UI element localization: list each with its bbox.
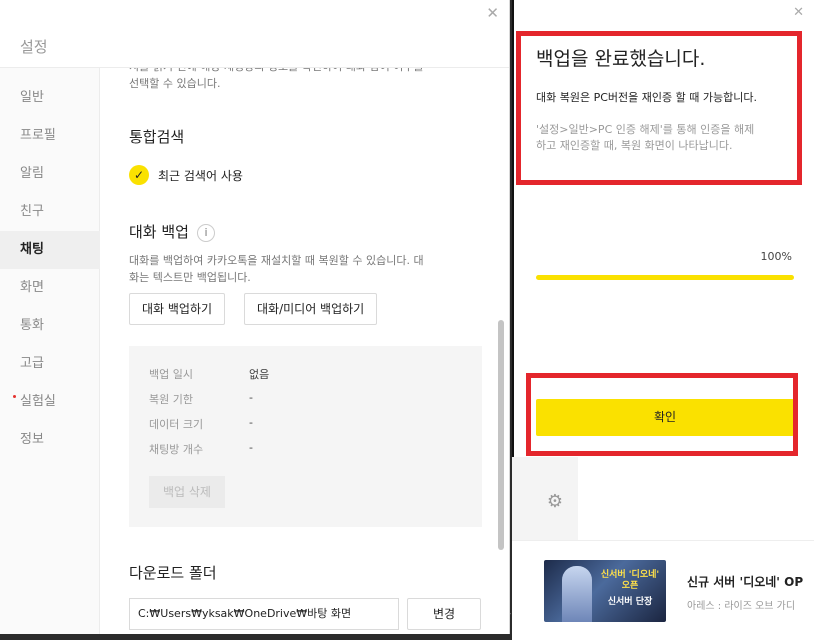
ad-subtitle: 아레스 : 라이즈 오브 가디 <box>687 601 796 612</box>
delete-backup-button[interactable]: 백업 삭제 <box>149 476 225 508</box>
scrollbar-thumb[interactable] <box>498 320 504 550</box>
sidebar-item-lab[interactable]: 실험실 <box>0 383 100 421</box>
sidebar-item-notifications[interactable]: 알림 <box>0 155 100 193</box>
chat-backup-button[interactable]: 대화 백업하기 <box>129 293 226 325</box>
gear-icon[interactable]: ⚙ <box>545 492 565 512</box>
progress-bar-fill <box>536 275 794 280</box>
sidebar-item-friends[interactable]: 친구 <box>0 193 100 231</box>
close-icon[interactable]: ✕ <box>486 5 499 21</box>
sidebar-item-label: 실험실 <box>20 394 56 409</box>
section-title-backup: 대화 백업 i <box>129 221 215 242</box>
ad-thumbnail: 신서버 '디오네' 오픈 신서버 단장 <box>544 560 666 622</box>
download-path-field: C:₩Users₩yksak₩OneDrive₩바탕 화면 <box>129 598 399 630</box>
detail-value: - <box>249 416 253 429</box>
sidebar-item-advanced[interactable]: 고급 <box>0 345 100 383</box>
detail-key: 데이터 크기 <box>149 418 204 431</box>
clipped-description: 지를 읽기 전에 해당 채팅방의 정보를 확인하여 대화 참여 여부를 선택할 … <box>129 68 424 90</box>
change-folder-button[interactable]: 변경 <box>407 598 481 630</box>
checkbox-checked-icon[interactable]: ✓ <box>129 165 149 185</box>
backup-description: 대화를 백업하여 카카오톡을 재설치할 때 복원할 수 있습니다. 대 화는 텍… <box>129 254 424 284</box>
detail-key: 채팅방 개수 <box>149 443 204 456</box>
sidebar-item-chat[interactable]: 채팅 <box>0 231 100 269</box>
detail-value: 없음 <box>249 368 270 381</box>
section-title-search: 통합검색 <box>129 128 185 146</box>
ad-thumb-headline: 신서버 '디오네' 오픈 <box>600 570 660 591</box>
detail-key: 백업 일시 <box>149 368 193 381</box>
settings-sidebar: 일반 프로필 알림 친구 채팅 화면 통화 고급 실험실 정보 <box>0 67 100 634</box>
media-backup-button[interactable]: 대화/미디어 백업하기 <box>244 293 378 325</box>
recent-search-option[interactable]: ✓ 최근 검색어 사용 <box>129 165 243 185</box>
sidebar-item-profile[interactable]: 프로필 <box>0 117 100 155</box>
highlight-box-message <box>516 31 802 185</box>
detail-value: - <box>249 441 253 454</box>
progress-bar <box>536 275 794 280</box>
progress-percent: 100% <box>760 250 792 263</box>
sidebar-item-info[interactable]: 정보 <box>0 421 100 459</box>
ad-banner[interactable]: 신서버 '디오네' 오픈 신서버 단장 신규 서버 '디오네' OP 아레스 :… <box>512 540 814 640</box>
section-title-download: 다운로드 폴더 <box>129 564 217 582</box>
settings-window: ✕ 설정 일반 프로필 알림 친구 채팅 화면 통화 고급 실험실 정보 지를 … <box>0 0 510 634</box>
sidebar-item-general[interactable]: 일반 <box>0 79 100 117</box>
sidebar-item-call[interactable]: 통화 <box>0 307 100 345</box>
close-icon[interactable]: ✕ <box>793 5 804 20</box>
sidebar-item-display[interactable]: 화면 <box>0 269 100 307</box>
highlight-box-confirm <box>526 373 798 456</box>
ad-title: 신규 서버 '디오네' OP <box>687 575 804 589</box>
detail-key: 복원 기한 <box>149 393 193 406</box>
ad-character-figure <box>562 566 592 622</box>
settings-content: 지를 읽기 전에 해당 채팅방의 정보를 확인하여 대화 참여 여부를 선택할 … <box>100 67 509 634</box>
ad-thumb-sub: 신서버 단장 <box>607 597 653 607</box>
info-icon[interactable]: i <box>196 224 215 242</box>
backup-details-box: 백업 일시 없음 복원 기한 - 데이터 크기 - 채팅방 개수 - 백업 삭제 <box>129 346 482 527</box>
recent-search-label: 최근 검색어 사용 <box>158 168 243 183</box>
detail-value: - <box>249 391 253 404</box>
window-title: 설정 <box>20 38 48 56</box>
new-dot-badge <box>13 395 16 398</box>
